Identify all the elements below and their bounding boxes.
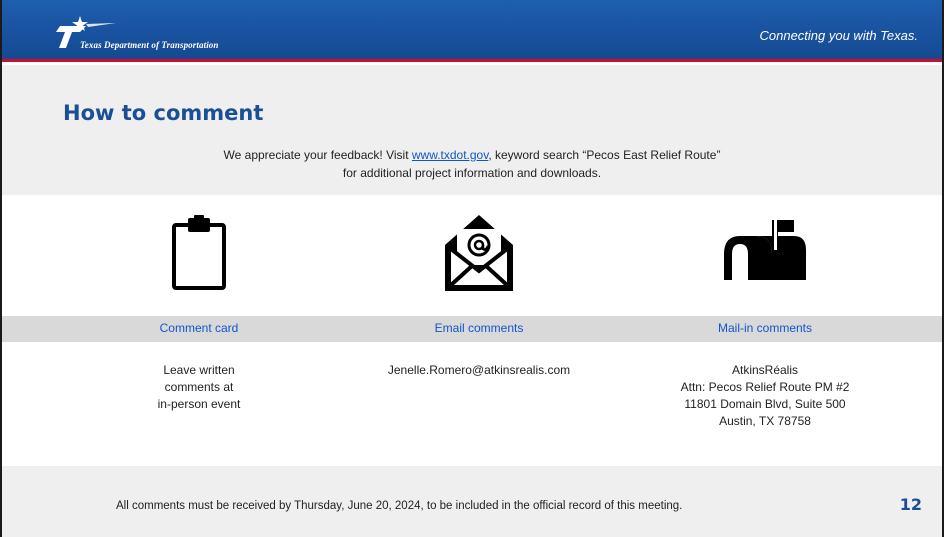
body-line: Leave written — [163, 363, 235, 377]
email-comments-label: Email comments — [434, 321, 524, 335]
email-envelope-icon — [434, 210, 524, 296]
slide: Texas Department of Transportation Conne… — [0, 0, 944, 537]
body-line: comments at — [164, 380, 234, 394]
mailing-address: AtkinsRéalis Attn: Pecos Relief Route PM… — [645, 362, 885, 430]
comment-card-label: Comment card — [159, 321, 239, 335]
deadline-notice: All comments must be received by Thursda… — [116, 500, 683, 512]
tagline: Connecting you with Texas. — [759, 28, 918, 43]
email-address[interactable]: Jenelle.Romero@atkinsrealis.com — [369, 362, 589, 379]
clipboard-icon — [159, 210, 239, 296]
mail-in-comments-label: Mail-in comments — [717, 321, 813, 335]
intro-line1-suffix: , keyword search “Pecos East Relief Rout… — [488, 148, 721, 162]
intro-line2: for additional project information and d… — [342, 166, 602, 180]
page-title: How to comment — [63, 101, 264, 125]
address-line: Attn: Pecos Relief Route PM #2 — [680, 380, 850, 394]
address-line: 11801 Domain Blvd, Suite 500 — [684, 397, 846, 411]
txdot-link[interactable]: www.txdot.gov — [412, 148, 488, 162]
address-line: Austin, TX 78758 — [719, 414, 811, 428]
header-band: Texas Department of Transportation Conne… — [2, 0, 942, 62]
agency-name: Texas Department of Transportation — [80, 40, 219, 50]
comment-card-text: Leave written comments at in-person even… — [126, 362, 272, 413]
intro-line1-prefix: We appreciate your feedback! Visit — [223, 148, 412, 162]
intro-text: We appreciate your feedback! Visit www.t… — [2, 146, 942, 182]
mailbox-icon — [720, 210, 810, 296]
email-address-text[interactable]: Jenelle.Romero@atkinsrealis.com — [369, 362, 589, 379]
body-line: in-person event — [157, 397, 241, 411]
page-number: 12 — [899, 495, 922, 514]
address-line: AtkinsRéalis — [731, 363, 799, 377]
